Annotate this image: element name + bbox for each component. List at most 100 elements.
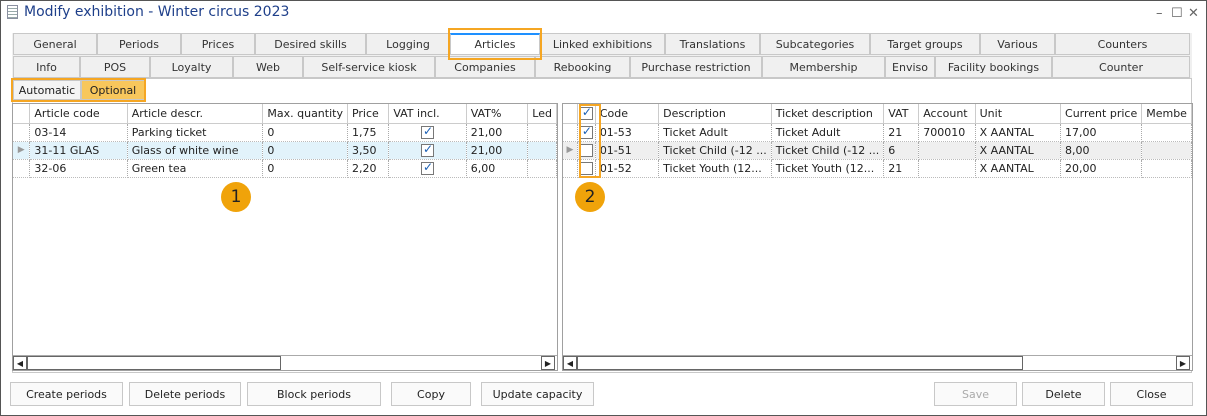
create-periods-button[interactable]: Create periods — [10, 382, 123, 406]
tab-counters[interactable]: Counters — [1055, 33, 1190, 55]
maximize-button[interactable]: ☐ — [1171, 6, 1183, 21]
column-header-description[interactable]: Description — [658, 104, 772, 124]
tab-info[interactable]: Info — [13, 56, 80, 78]
table-row[interactable]: 32-06Green tea02,20 6,00 — [13, 159, 557, 178]
vat-cell: 21 — [883, 159, 920, 178]
row-checkbox[interactable] — [579, 143, 593, 157]
delete-periods-button[interactable]: Delete periods — [129, 382, 241, 406]
minimize-button[interactable]: – — [1156, 6, 1163, 21]
block-periods-button[interactable]: Block periods — [247, 382, 381, 406]
column-header-unit[interactable]: Unit — [975, 104, 1062, 124]
column-header-article-descr[interactable]: Article descr. — [127, 104, 264, 124]
tab-purchase-restriction[interactable]: Purchase restriction — [630, 56, 762, 78]
column-header-membe[interactable]: Membe — [1141, 104, 1192, 124]
column-header-vat-incl[interactable]: VAT incl. — [388, 104, 467, 124]
vat-incl-checkbox[interactable] — [421, 160, 435, 175]
row-select-cell — [577, 159, 596, 178]
scroll-right-icon[interactable]: ▶ — [1176, 356, 1190, 370]
save-button[interactable]: Save — [934, 382, 1017, 406]
table-row[interactable]: 03-14Parking ticket01,75 21,00 — [13, 123, 557, 142]
select-all-checkbox[interactable] — [579, 105, 593, 120]
tab-rebooking[interactable]: Rebooking — [535, 56, 630, 78]
close-window-button[interactable]: ✕ — [1188, 6, 1199, 21]
scroll-left-icon[interactable]: ◀ — [563, 356, 577, 370]
price-cell: 3,50 — [347, 141, 390, 160]
column-header-ticket-description[interactable]: Ticket description — [771, 104, 885, 124]
tab-web[interactable]: Web — [233, 56, 303, 78]
row-indicator: ▶ — [13, 141, 31, 160]
tab-subcategories[interactable]: Subcategories — [760, 33, 870, 55]
tab-facility-bookings[interactable]: Facility bookings — [935, 56, 1052, 78]
tab-general[interactable]: General — [13, 33, 97, 55]
horizontal-scrollbar[interactable]: ◀ ▶ — [563, 355, 1192, 370]
row-indicator: ▶ — [563, 141, 578, 160]
tab-various[interactable]: Various — [980, 33, 1055, 55]
column-header-account[interactable]: Account — [918, 104, 976, 124]
tab-counter[interactable]: Counter — [1052, 56, 1190, 78]
vat-incl-cell — [388, 141, 467, 160]
row-indicator — [13, 159, 31, 178]
row-header-corner[interactable] — [563, 104, 578, 124]
tab-loyalty[interactable]: Loyalty — [150, 56, 233, 78]
row-header-corner[interactable] — [13, 104, 31, 124]
tab-periods[interactable]: Periods — [97, 33, 181, 55]
vat-incl-checkbox[interactable] — [421, 142, 435, 157]
column-header-current-price[interactable]: Current price — [1060, 104, 1143, 124]
column-header-price[interactable]: Price — [347, 104, 390, 124]
max-quantity-cell: 0 — [262, 159, 348, 178]
price-cell: 17,00 — [1060, 123, 1143, 142]
table-row[interactable]: 01-53Ticket AdultTicket Adult21700010X A… — [563, 123, 1192, 142]
tab-logging[interactable]: Logging — [366, 33, 450, 55]
unit-cell: X AANTAL — [975, 141, 1062, 160]
tab-target-groups[interactable]: Target groups — [870, 33, 980, 55]
code-cell: 01-53 — [595, 123, 660, 142]
table-row[interactable]: 01-52 Ticket Youth (12... Ticket Youth (12… — [563, 159, 1192, 178]
column-header-led[interactable]: Led — [527, 104, 557, 124]
tab-self-service-kiosk[interactable]: Self-service kiosk — [303, 56, 435, 78]
article-code-cell: 03-14 — [29, 123, 128, 142]
tab-companies[interactable]: Companies — [435, 56, 535, 78]
tab-desired-skills[interactable]: Desired skills — [255, 33, 366, 55]
tab-articles[interactable]: Articles — [450, 33, 540, 55]
row-indicator — [563, 123, 578, 142]
unit-cell: X AANTAL — [975, 159, 1062, 178]
scroll-thumb[interactable] — [577, 356, 1023, 370]
subtab-automatic[interactable]: Automatic — [13, 80, 81, 100]
table-row[interactable]: ▶31-11 GLASGlass of white wine03,50 21,00 — [13, 141, 557, 160]
column-header-article-code[interactable]: Article code — [29, 104, 128, 124]
tab-translations[interactable]: Translations — [665, 33, 760, 55]
table-row[interactable]: ▶ 01-51 Ticket Child (-12 ... Ticket Child … — [563, 141, 1192, 160]
horizontal-scrollbar[interactable]: ◀ ▶ — [13, 355, 557, 370]
tab-prices[interactable]: Prices — [181, 33, 255, 55]
row-checkbox[interactable] — [579, 161, 593, 175]
scroll-thumb[interactable] — [27, 356, 281, 370]
account-cell: 700010 — [918, 123, 976, 142]
delete-button[interactable]: Delete — [1022, 382, 1105, 406]
vat-incl-cell — [388, 123, 467, 142]
unit-cell: X AANTAL — [975, 123, 1062, 142]
row-checkbox[interactable] — [579, 124, 593, 139]
tab-linked-exhibitions[interactable]: Linked exhibitions — [540, 33, 665, 55]
tab-pos[interactable]: POS — [80, 56, 150, 78]
code-cell: 01-52 — [595, 159, 660, 178]
scroll-left-icon[interactable]: ◀ — [13, 356, 27, 370]
price-cell: 1,75 — [347, 123, 390, 142]
code-cell: 01-51 — [595, 141, 660, 160]
vat-incl-checkbox[interactable] — [421, 124, 435, 139]
column-header-vat[interactable]: VAT% — [466, 104, 529, 124]
column-header-vat[interactable]: VAT — [883, 104, 920, 124]
article-descr-cell: Green tea — [127, 159, 264, 178]
ledger-cell — [527, 141, 557, 160]
column-header-code[interactable]: Code — [595, 104, 660, 124]
scroll-right-icon[interactable]: ▶ — [541, 356, 555, 370]
row-indicator — [13, 123, 31, 142]
column-header-max-quantity[interactable]: Max. quantity — [262, 104, 348, 124]
copy-button[interactable]: Copy — [391, 382, 471, 406]
close-button[interactable]: Close — [1110, 382, 1193, 406]
select-all-header[interactable] — [577, 104, 596, 124]
update-capacity-button[interactable]: Update capacity — [481, 382, 594, 406]
tab-membership[interactable]: Membership — [762, 56, 885, 78]
tab-enviso[interactable]: Enviso — [885, 56, 935, 78]
article-code-cell: 32-06 — [29, 159, 128, 178]
subtab-optional[interactable]: Optional — [81, 80, 145, 100]
